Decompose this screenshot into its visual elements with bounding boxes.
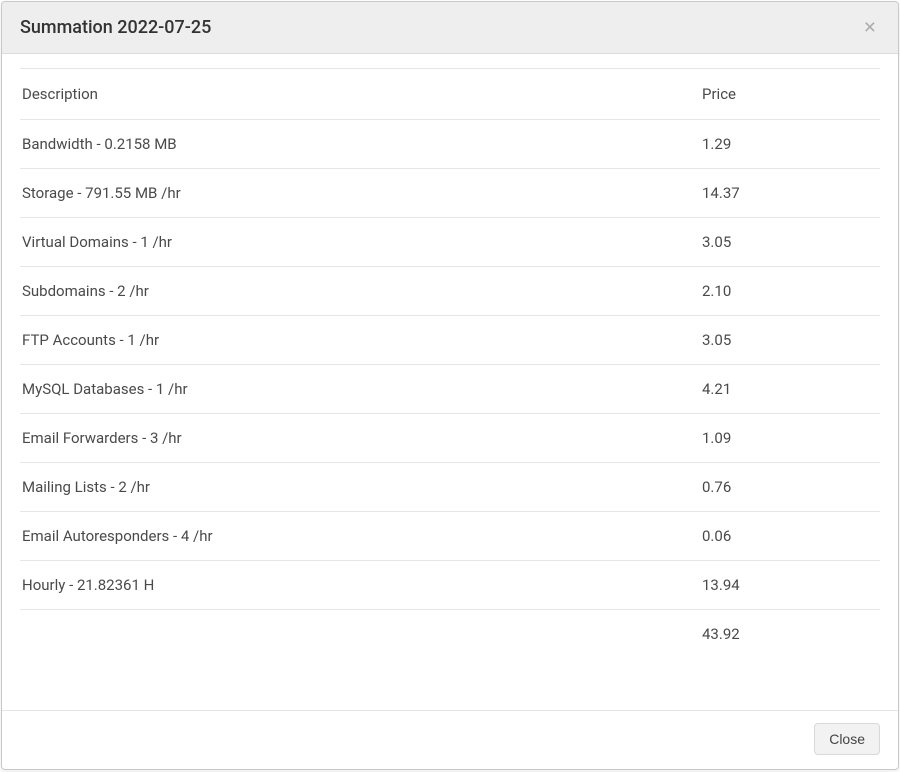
summation-table: Description Price Bandwidth - 0.2158 MB1… — [20, 68, 880, 658]
table-row: Mailing Lists - 2 /hr0.76 — [20, 463, 880, 512]
cell-description: Email Forwarders - 3 /hr — [20, 414, 700, 463]
cell-price: 1.29 — [700, 120, 880, 169]
summation-modal: Summation 2022-07-25 × Description Price… — [1, 1, 899, 770]
cell-description: Storage - 791.55 MB /hr — [20, 169, 700, 218]
cell-total-description — [20, 610, 700, 659]
cell-price: 2.10 — [700, 267, 880, 316]
cell-description: Bandwidth - 0.2158 MB — [20, 120, 700, 169]
table-row: Storage - 791.55 MB /hr14.37 — [20, 169, 880, 218]
table-row: Subdomains - 2 /hr2.10 — [20, 267, 880, 316]
modal-title: Summation 2022-07-25 — [20, 17, 211, 38]
modal-body: Description Price Bandwidth - 0.2158 MB1… — [2, 54, 898, 710]
cell-total-price: 43.92 — [700, 610, 880, 659]
cell-price: 13.94 — [700, 561, 880, 610]
table-row: FTP Accounts - 1 /hr3.05 — [20, 316, 880, 365]
cell-description: Mailing Lists - 2 /hr — [20, 463, 700, 512]
table-row: Email Forwarders - 3 /hr1.09 — [20, 414, 880, 463]
modal-footer: Close — [2, 710, 898, 769]
cell-description: Hourly - 21.82361 H — [20, 561, 700, 610]
table-row: MySQL Databases - 1 /hr4.21 — [20, 365, 880, 414]
cell-price: 14.37 — [700, 169, 880, 218]
cell-description: MySQL Databases - 1 /hr — [20, 365, 700, 414]
cell-price: 0.06 — [700, 512, 880, 561]
cell-description: Email Autoresponders - 4 /hr — [20, 512, 700, 561]
cell-description: Subdomains - 2 /hr — [20, 267, 700, 316]
table-header-row: Description Price — [20, 69, 880, 120]
close-button[interactable]: Close — [814, 723, 880, 755]
table-row: Virtual Domains - 1 /hr3.05 — [20, 218, 880, 267]
cell-price: 1.09 — [700, 414, 880, 463]
table-row: Email Autoresponders - 4 /hr0.06 — [20, 512, 880, 561]
close-icon[interactable]: × — [860, 17, 880, 38]
cell-description: FTP Accounts - 1 /hr — [20, 316, 700, 365]
table-row: Bandwidth - 0.2158 MB1.29 — [20, 120, 880, 169]
cell-price: 3.05 — [700, 316, 880, 365]
col-header-description: Description — [20, 69, 700, 120]
cell-description: Virtual Domains - 1 /hr — [20, 218, 700, 267]
table-row: Hourly - 21.82361 H13.94 — [20, 561, 880, 610]
modal-header: Summation 2022-07-25 × — [2, 2, 898, 54]
cell-price: 0.76 — [700, 463, 880, 512]
cell-price: 4.21 — [700, 365, 880, 414]
col-header-price: Price — [700, 69, 880, 120]
table-total-row: 43.92 — [20, 610, 880, 659]
cell-price: 3.05 — [700, 218, 880, 267]
